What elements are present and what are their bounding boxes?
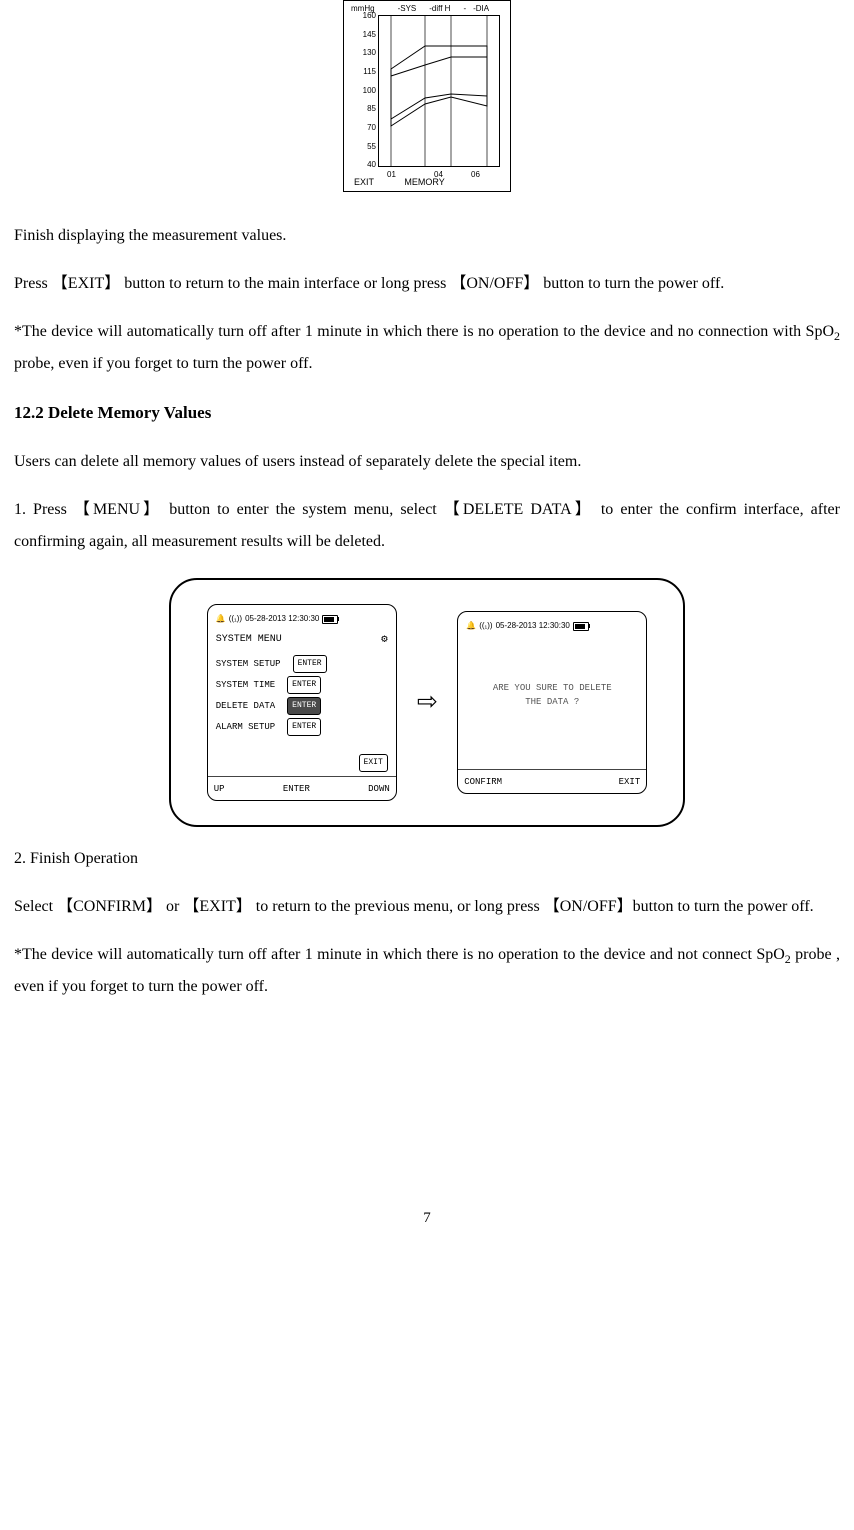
gear-icon: ⚙ bbox=[381, 629, 388, 651]
signal-icon: ((₁)) bbox=[479, 618, 492, 634]
chart-exit-label: EXIT bbox=[354, 177, 374, 187]
softkey-up: UP bbox=[214, 780, 225, 798]
arrow-right-icon: ⇨ bbox=[417, 669, 437, 737]
paragraph: *The device will automatically turn off … bbox=[14, 316, 840, 380]
timestamp: 05-28-2013 12:30:30 bbox=[496, 618, 570, 634]
softkey-exit: EXIT bbox=[619, 773, 641, 791]
menu-title: SYSTEM MENU bbox=[216, 630, 282, 650]
confirm-line-1: ARE YOU SURE TO DELETE bbox=[493, 683, 612, 693]
page-number: 7 bbox=[14, 1203, 840, 1233]
paragraph: 1. Press 【MENU】 button to enter the syst… bbox=[14, 494, 840, 558]
softkey-down: DOWN bbox=[368, 780, 390, 798]
confirm-line-2: THE DATA ? bbox=[525, 697, 579, 707]
memory-chart-figure: mmHg -SYS -diff H - -DIA 160 145 130 115… bbox=[14, 0, 840, 204]
battery-icon bbox=[573, 622, 589, 631]
enter-button: ENTER bbox=[293, 655, 327, 673]
device-confirm-screen: 🔔 ((₁)) 05-28-2013 12:30:30 ARE YOU SURE… bbox=[457, 611, 647, 794]
softkey-confirm: CONFIRM bbox=[464, 773, 502, 791]
enter-button-selected: ENTER bbox=[287, 697, 321, 715]
paragraph: Finish displaying the measurement values… bbox=[14, 220, 840, 252]
paragraph: *The device will automatically turn off … bbox=[14, 939, 840, 1003]
menu-illustration: 🔔 ((₁)) 05-28-2013 12:30:30 SYSTEM MENU … bbox=[14, 578, 840, 827]
timestamp: 05-28-2013 12:30:30 bbox=[245, 611, 319, 627]
section-heading: 12.2 Delete Memory Values bbox=[14, 396, 840, 430]
signal-icon: ((₁)) bbox=[229, 611, 242, 627]
paragraph: Select 【CONFIRM】 or 【EXIT】 to return to … bbox=[14, 891, 840, 923]
enter-button: ENTER bbox=[287, 718, 321, 736]
chart-memory-label: MEMORY bbox=[404, 177, 444, 187]
paragraph: 2. Finish Operation bbox=[14, 843, 840, 875]
paragraph: Users can delete all memory values of us… bbox=[14, 446, 840, 478]
device-menu-screen: 🔔 ((₁)) 05-28-2013 12:30:30 SYSTEM MENU … bbox=[207, 604, 397, 801]
enter-button: ENTER bbox=[287, 676, 321, 694]
alarm-icon: 🔔 bbox=[466, 618, 476, 634]
paragraph: Press 【EXIT】 button to return to the mai… bbox=[14, 268, 840, 300]
chart-plot bbox=[379, 16, 499, 166]
exit-button: EXIT bbox=[359, 754, 388, 772]
softkey-enter: ENTER bbox=[283, 780, 310, 798]
battery-icon bbox=[322, 615, 338, 624]
alarm-icon: 🔔 bbox=[216, 611, 226, 627]
